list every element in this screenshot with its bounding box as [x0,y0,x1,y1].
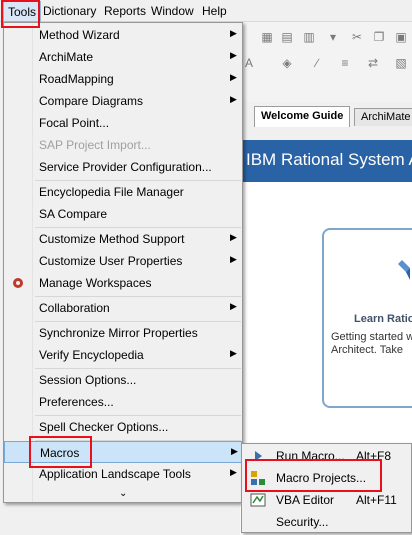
menu-item-label: Application Landscape Tools [39,467,191,481]
menu-item-session-options[interactable]: Session Options... [4,369,242,391]
submenu-item-security[interactable]: Security... [242,511,411,533]
toolbar-grid-icon[interactable]: ▦ [260,30,274,44]
menu-item-label: Focal Point... [39,116,110,130]
menu-dictionary[interactable]: Dictionary [43,4,96,18]
toolbar-line-style-icon[interactable]: ≡ [338,56,352,70]
menu-item-label: Customize User Properties [39,254,183,268]
menu-item-label: SAP Project Import... [39,138,151,152]
menu-item-label: Manage Workspaces [39,276,152,290]
submenu-arrow-icon: ▶ [230,28,237,38]
document-tabs: Welcome Guide ArchiMate [240,106,412,127]
shortcut-label: Alt+F11 [356,493,397,507]
menu-item-archimate[interactable]: ArchiMate ▶ [4,46,242,68]
menu-item-label: Verify Encyclopedia [39,348,144,362]
card-pencil-icon [398,260,410,280]
submenu-arrow-icon: ▶ [230,94,237,104]
submenu-arrow-icon: ▶ [230,254,237,264]
tab-welcome-guide[interactable]: Welcome Guide [254,106,351,127]
menu-item-label: ArchiMate [39,50,94,64]
menu-item-service-provider-config[interactable]: Service Provider Configuration... [4,156,242,178]
menu-item-app-landscape-tools[interactable]: Application Landscape Tools ▶ [4,463,242,485]
submenu-arrow-icon: ▶ [230,348,237,358]
toolbar: ▦ ▤ ▥ ▾ ✂ ❐ ▣ A ◈ ∕ ≡ ⇄ ▧ [240,22,412,102]
shortcut-label: Alt+F8 [356,449,392,463]
submenu-arrow-icon: ▶ [230,301,237,311]
menu-tools-label: Tools [8,5,37,19]
toolbar-arrow-style-icon[interactable]: ⇄ [366,56,380,70]
menu-item-compare-diagrams[interactable]: Compare Diagrams ▶ [4,90,242,112]
welcome-banner: IBM Rational System Architect [240,140,412,182]
menu-item-collaboration[interactable]: Collaboration ▶ [4,297,242,319]
toolbar-paste-icon[interactable]: ▣ [394,30,408,44]
menu-item-label: Method Wizard [39,28,120,42]
submenu-item-vba-editor[interactable]: VBA Editor Alt+F11 [242,489,411,511]
card-text-line: Getting started with [331,331,412,343]
submenu-item-run-macro[interactable]: Run Macro... Alt+F8 [242,445,411,467]
submenu-arrow-icon: ▶ [230,50,237,60]
menu-item-customize-method-support[interactable]: Customize Method Support ▶ [4,228,242,250]
menu-item-preferences[interactable]: Preferences... [4,391,242,413]
menu-item-label: Customize Method Support [39,232,185,246]
toolbar-font-color-icon[interactable]: A [242,56,256,70]
menu-tools[interactable]: Tools [3,1,42,22]
menu-item-label: Macros [40,446,80,460]
submenu-item-label: VBA Editor [276,493,335,507]
menu-item-label: Preferences... [39,395,114,409]
submenu-item-macro-projects[interactable]: Macro Projects... [242,467,411,489]
vba-editor-icon [250,493,266,507]
menu-item-label: Spell Checker Options... [39,420,169,434]
submenu-item-label: Macro Projects... [276,471,367,485]
macro-projects-icon [251,471,265,485]
play-icon [255,451,262,461]
gear-icon [13,278,23,288]
card-text-line: Architect. Take [331,344,403,356]
menu-item-label: Session Options... [39,373,137,387]
menu-reports[interactable]: Reports [104,4,146,18]
menu-help[interactable]: Help [202,4,227,18]
menu-item-label: Synchronize Mirror Properties [39,326,198,340]
toolbar-shadow-icon[interactable]: ▧ [394,56,408,70]
submenu-arrow-icon: ▶ [231,446,238,456]
menu-item-label: Encyclopedia File Manager [39,185,184,199]
menu-item-label: Service Provider Configuration... [39,160,212,174]
menu-item-customize-user-properties[interactable]: Customize User Properties ▶ [4,250,242,272]
menu-window[interactable]: Window [151,4,194,18]
menu-item-label: Collaboration [39,301,110,315]
submenu-arrow-icon: ▶ [230,467,237,477]
banner-title: IBM Rational System Architect [246,150,412,169]
menu-bar: Tools Dictionary Reports Window Help [0,0,412,22]
tab-archimate[interactable]: ArchiMate [354,108,412,126]
card-text: Getting started with Architect. Take [331,331,412,357]
toolbar-format-dropdown-icon[interactable]: ▾ [326,30,340,44]
menu-item-verify-encyclopedia[interactable]: Verify Encyclopedia ▶ [4,344,242,366]
menu-item-roadmapping[interactable]: RoadMapping ▶ [4,68,242,90]
menu-item-encyclopedia-file-manager[interactable]: Encyclopedia File Manager [4,181,242,203]
submenu-arrow-icon: ▶ [230,72,237,82]
menu-item-label: RoadMapping [39,72,114,86]
menu-item-focal-point[interactable]: Focal Point... [4,112,242,134]
macros-submenu: Run Macro... Alt+F8 Macro Projects... VB… [241,443,412,533]
menu-item-spell-checker[interactable]: Spell Checker Options... [4,416,242,438]
toolbar-fill-color-icon[interactable]: ◈ [280,56,294,70]
menu-item-synchronize-mirror[interactable]: Synchronize Mirror Properties [4,322,242,344]
tools-menu: Method Wizard ▶ ArchiMate ▶ RoadMapping ▶ C… [3,22,243,503]
toolbar-line-icon[interactable]: ∕ [310,56,324,70]
menu-item-macros[interactable]: Macros ▶ [4,441,242,463]
menu-item-method-wizard[interactable]: Method Wizard ▶ [4,24,242,46]
menu-item-sap-project-import: SAP Project Import... [4,134,242,156]
menu-item-label: Compare Diagrams [39,94,144,108]
toolbar-layout-icon[interactable]: ▥ [302,30,316,44]
menu-item-manage-workspaces[interactable]: Manage Workspaces [4,272,242,294]
expand-more-icon[interactable]: ⌄ [119,488,127,499]
submenu-item-label: Security... [276,515,329,529]
menu-item-sa-compare[interactable]: SA Compare [4,203,242,225]
toolbar-cut-icon[interactable]: ✂ [350,30,364,44]
submenu-item-label: Run Macro... [276,449,345,463]
toolbar-copy-icon[interactable]: ❐ [372,30,386,44]
submenu-arrow-icon: ▶ [230,232,237,242]
toolbar-align-icon[interactable]: ▤ [280,30,294,44]
menu-item-label: SA Compare [39,207,108,221]
card-title: Learn Rational [354,313,412,325]
